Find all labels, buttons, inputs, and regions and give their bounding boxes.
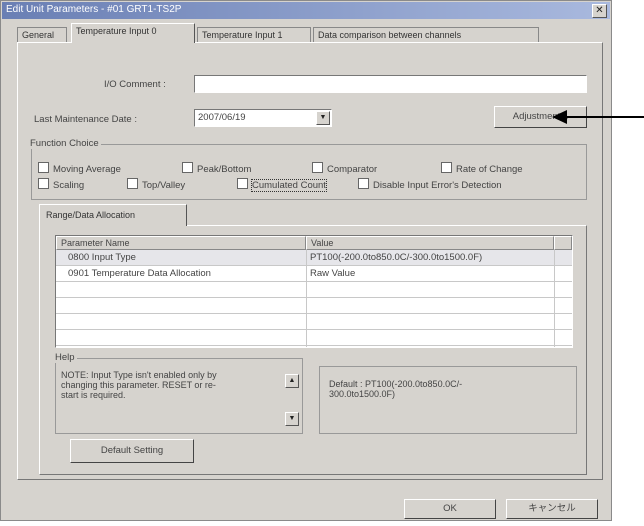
- cumulated-count-label: Cumulated Count: [251, 179, 327, 192]
- column-header-value[interactable]: Value: [306, 236, 554, 250]
- checkbox-icon: [127, 178, 138, 189]
- tab-temperature-input-0[interactable]: Temperature Input 0: [71, 23, 195, 43]
- last-maintenance-label: Last Maintenance Date :: [34, 114, 137, 125]
- ok-button[interactable]: OK: [404, 499, 496, 519]
- moving-average-label: Moving Average: [53, 164, 121, 175]
- help-title: Help: [53, 352, 77, 363]
- column-header-parameter-name[interactable]: Parameter Name: [56, 236, 306, 250]
- default-value-text: Default : PT100(-200.0to850.0C/- 300.0to…: [329, 379, 569, 399]
- parameter-name-cell: 0800 Input Type: [68, 252, 136, 263]
- last-maintenance-date-combo[interactable]: 2007/06/19 ▼: [194, 109, 332, 127]
- default-line: Default : PT100(-200.0to850.0C/-: [329, 379, 463, 389]
- column-header-filler: [554, 236, 572, 250]
- cancel-button[interactable]: キャンセル: [506, 499, 598, 519]
- default-setting-button[interactable]: Default Setting: [70, 439, 194, 463]
- top-valley-checkbox[interactable]: Top/Valley: [127, 178, 185, 191]
- io-comment-label: I/O Comment :: [104, 79, 166, 90]
- moving-average-checkbox[interactable]: Moving Average: [38, 162, 121, 175]
- checkbox-icon: [182, 162, 193, 173]
- io-comment-input[interactable]: [194, 75, 587, 93]
- disable-input-error-label: Disable Input Error's Detection: [373, 180, 502, 191]
- tab-data-comparison[interactable]: Data comparison between channels: [313, 27, 539, 42]
- disable-input-error-checkbox[interactable]: Disable Input Error's Detection: [358, 178, 502, 191]
- column-divider: [554, 250, 555, 347]
- checkbox-icon: [38, 178, 49, 189]
- table-row[interactable]: [56, 330, 572, 346]
- window-title: Edit Unit Parameters - #01 GRT1-TS2P: [6, 4, 182, 15]
- table-row[interactable]: [56, 282, 572, 298]
- help-text: NOTE: Input Type isn't enabled only by c…: [61, 370, 279, 400]
- callout-arrow-line: [565, 116, 644, 118]
- scroll-up-icon[interactable]: ▲: [285, 374, 299, 388]
- checkbox-icon: [237, 178, 248, 189]
- help-line: NOTE: Input Type isn't enabled only by: [61, 370, 217, 380]
- help-line: start is required.: [61, 390, 126, 400]
- checkbox-icon: [38, 162, 49, 173]
- close-icon[interactable]: ✕: [592, 4, 607, 18]
- table-row[interactable]: 0800 Input Type PT100(-200.0to850.0C/-30…: [56, 250, 572, 266]
- help-line: changing this parameter. RESET or re-: [61, 380, 216, 390]
- table-row[interactable]: 0901 Temperature Data Allocation Raw Val…: [56, 266, 572, 282]
- default-value-box: [319, 366, 577, 434]
- edit-unit-parameters-dialog: Edit Unit Parameters - #01 GRT1-TS2P ✕ G…: [0, 0, 612, 521]
- tab-general[interactable]: General: [17, 27, 67, 42]
- top-valley-label: Top/Valley: [142, 180, 186, 191]
- comparator-label: Comparator: [327, 164, 378, 175]
- scroll-down-icon[interactable]: ▼: [285, 412, 299, 426]
- callout-arrow-icon: [552, 110, 567, 124]
- column-divider: [306, 250, 307, 347]
- parameter-value-cell: PT100(-200.0to850.0C/-300.0to1500.0F): [310, 252, 483, 263]
- table-row[interactable]: [56, 298, 572, 314]
- rate-of-change-label: Rate of Change: [456, 164, 523, 175]
- tab-temperature-input-1[interactable]: Temperature Input 1: [197, 27, 311, 42]
- chevron-down-icon[interactable]: ▼: [316, 111, 330, 125]
- last-maintenance-value: 2007/06/19: [198, 112, 246, 123]
- scaling-checkbox[interactable]: Scaling: [38, 178, 84, 191]
- checkbox-icon: [312, 162, 323, 173]
- rate-of-change-checkbox[interactable]: Rate of Change: [441, 162, 523, 175]
- function-choice-title: Function Choice: [28, 138, 101, 149]
- parameter-value-cell: Raw Value: [310, 268, 356, 279]
- default-line: 300.0to1500.0F): [329, 389, 396, 399]
- comparator-checkbox[interactable]: Comparator: [312, 162, 377, 175]
- cumulated-count-checkbox[interactable]: Cumulated Count: [237, 178, 327, 192]
- table-row[interactable]: [56, 314, 572, 330]
- checkbox-icon: [441, 162, 452, 173]
- title-bar: Edit Unit Parameters - #01 GRT1-TS2P ✕: [2, 2, 610, 19]
- checkbox-icon: [358, 178, 369, 189]
- peak-bottom-checkbox[interactable]: Peak/Bottom: [182, 162, 251, 175]
- subtab-range-data-allocation[interactable]: Range/Data Allocation: [39, 204, 187, 226]
- parameter-name-cell: 0901 Temperature Data Allocation: [68, 268, 211, 279]
- parameter-list[interactable]: Parameter Name Value 0800 Input Type PT1…: [55, 235, 573, 348]
- peak-bottom-label: Peak/Bottom: [197, 164, 252, 175]
- scaling-label: Scaling: [53, 180, 85, 191]
